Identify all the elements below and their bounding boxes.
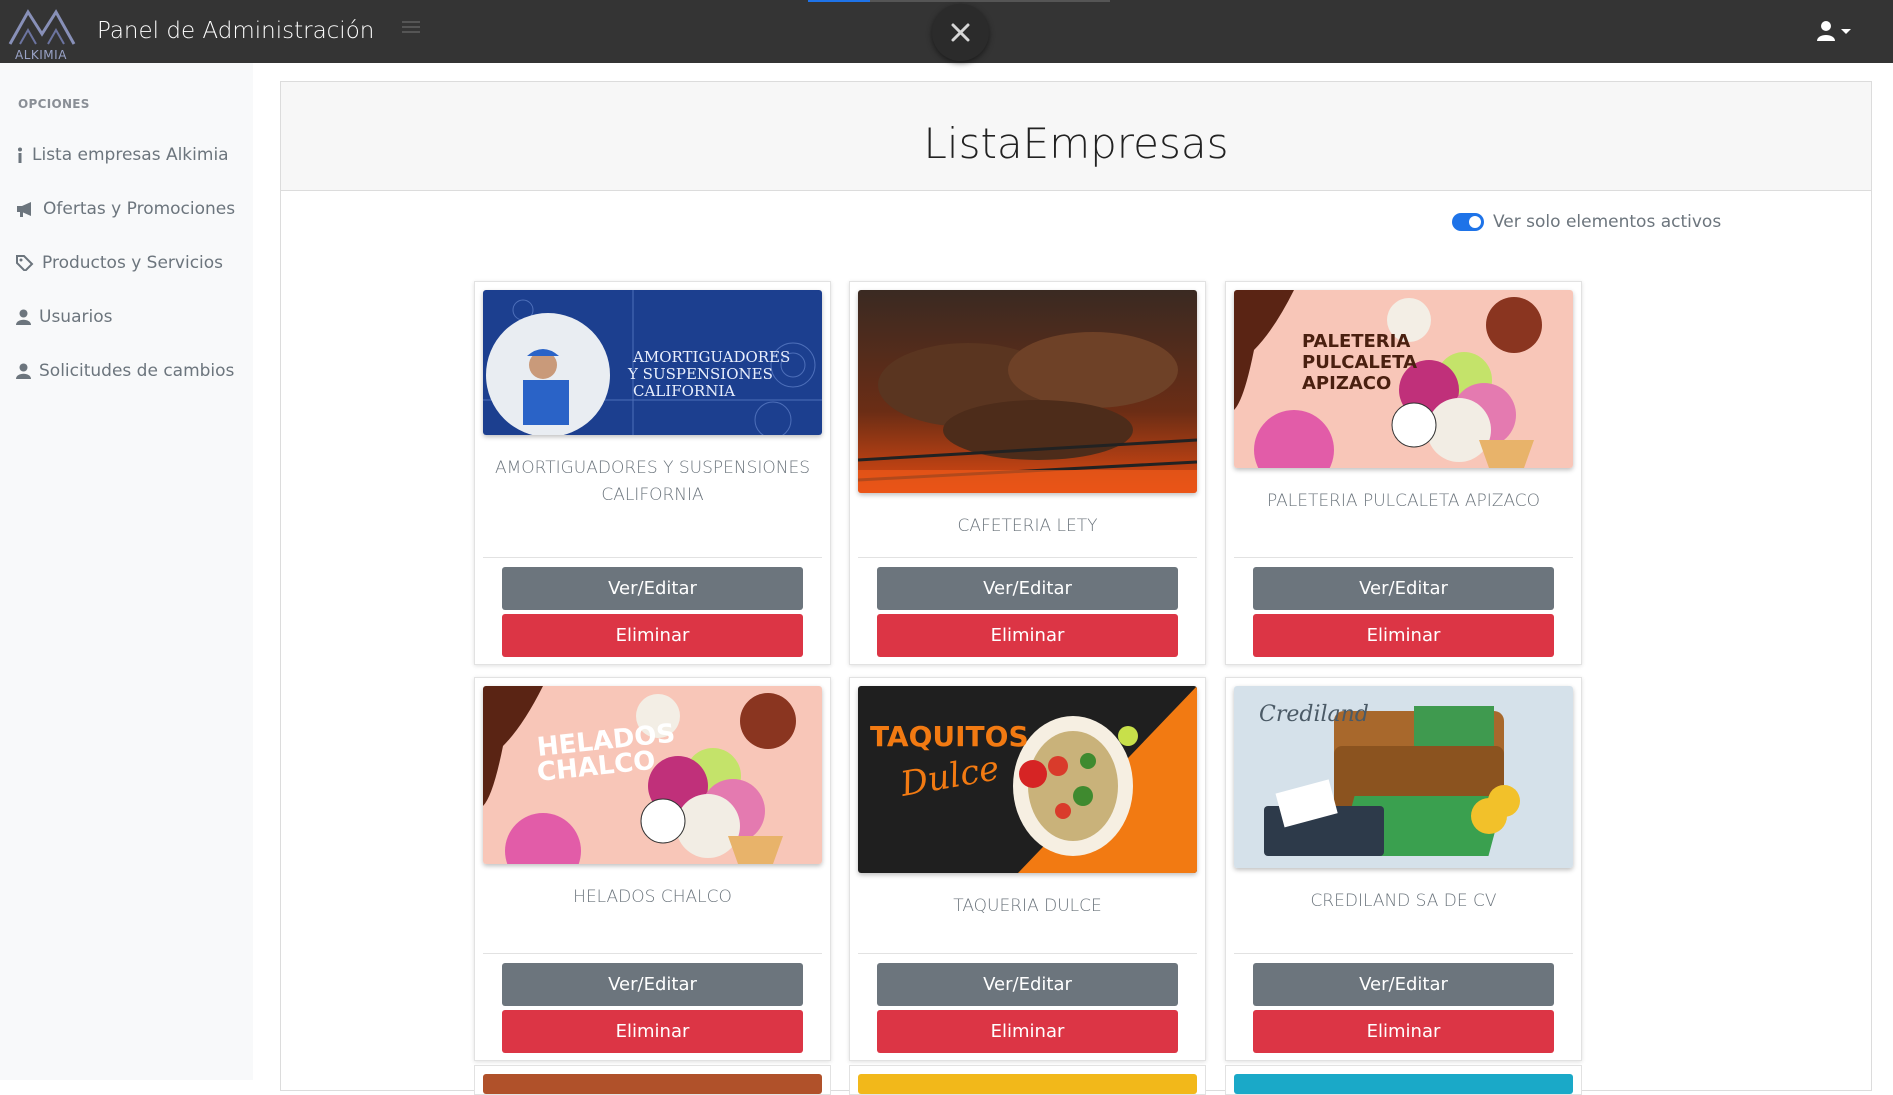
company-name: AMORTIGUADORES Y SUSPENSIONES CALIFORNIA: [494, 458, 811, 505]
company-image-text: AMORTIGUADORES: [632, 348, 790, 366]
sidebar-heading: OPCIONES: [18, 97, 90, 111]
sidebar-item-label: Lista empresas Alkimia: [32, 145, 229, 165]
company-image: HELADOS CHALCO: [483, 686, 822, 864]
sidebar-item-usuarios[interactable]: Usuarios: [16, 303, 112, 331]
user-icon: [16, 363, 31, 379]
user-icon: [1817, 21, 1851, 41]
alkimia-logo-icon: [8, 9, 76, 45]
card-divider: [858, 953, 1197, 954]
company-name: HELADOS CHALCO: [573, 887, 732, 907]
top-navbar: ALKIMIA Panel de Administración: [0, 0, 1893, 63]
company-name: CREDILAND SA DE CV: [1310, 891, 1497, 911]
edit-button[interactable]: Ver/Editar: [502, 567, 803, 610]
company-image: PALETERIA PULCALETA APIZACO: [1234, 290, 1573, 468]
info-icon: [18, 147, 22, 163]
chevron-down-icon: [1841, 29, 1851, 34]
delete-button[interactable]: Eliminar: [877, 1010, 1178, 1053]
toggle-switch[interactable]: [1452, 213, 1484, 231]
edit-button[interactable]: Ver/Editar: [502, 963, 803, 1006]
sidebar-item-ofertas[interactable]: Ofertas y Promociones: [16, 195, 235, 223]
delete-button[interactable]: Eliminar: [1253, 614, 1554, 657]
edit-button[interactable]: Ver/Editar: [1253, 567, 1554, 610]
company-name: CAFETERIA LETY: [957, 516, 1098, 536]
company-image: Crediland: [1234, 686, 1573, 868]
company-image-text: Y SUSPENSIONES: [627, 365, 773, 383]
company-card: AMORTIGUADORES Y SUSPENSIONES CALIFORNIA…: [474, 281, 831, 665]
company-card: [1225, 1065, 1582, 1095]
delete-button[interactable]: Eliminar: [502, 614, 803, 657]
sidebar-item-solicitudes[interactable]: Solicitudes de cambios: [16, 357, 234, 385]
close-icon: [951, 23, 970, 42]
app-title: Panel de Administración: [97, 18, 375, 44]
card-divider: [858, 557, 1197, 558]
company-image-text: TAQUITOS: [870, 720, 1029, 753]
brand-text: ALKIMIA: [15, 48, 67, 62]
card-divider: [1234, 557, 1573, 558]
user-menu-dropdown[interactable]: [1814, 17, 1854, 45]
company-image: TAQUITOS Dulce: [858, 686, 1197, 873]
user-icon: [16, 309, 31, 325]
sidebar-item-label: Productos y Servicios: [42, 253, 224, 273]
alkimia-logo[interactable]: ALKIMIA: [6, 4, 78, 62]
company-image-text: CALIFORNIA: [633, 382, 735, 400]
company-image: [483, 1074, 822, 1094]
hamburger-menu-icon[interactable]: [402, 21, 420, 35]
company-image: [858, 1074, 1197, 1094]
company-card: CAFETERIA LETY Ver/Editar Eliminar: [849, 281, 1206, 665]
sidebar: OPCIONES Lista empresas Alkimia Ofertas …: [0, 63, 253, 1080]
company-card: [474, 1065, 831, 1095]
company-name: TAQUERIA DULCE: [953, 896, 1102, 916]
close-button[interactable]: [932, 4, 989, 61]
company-image: [858, 290, 1197, 493]
sidebar-item-label: Solicitudes de cambios: [39, 361, 235, 381]
delete-button[interactable]: Eliminar: [1253, 1010, 1554, 1053]
company-image-text: PALETERIA: [1302, 331, 1410, 352]
company-card: Crediland CREDILAND SA DE CV Ver/Editar …: [1225, 677, 1582, 1061]
company-image-text: APIZACO: [1302, 373, 1391, 394]
sidebar-item-lista-empresas[interactable]: Lista empresas Alkimia: [16, 141, 229, 169]
tab-indicator-active: [808, 0, 870, 2]
sidebar-item-label: Usuarios: [39, 307, 113, 327]
card-divider: [483, 557, 822, 558]
page-header: ListaEmpresas: [281, 82, 1871, 191]
tag-icon: [16, 255, 34, 271]
edit-button[interactable]: Ver/Editar: [1253, 963, 1554, 1006]
company-card: HELADOS CHALCO HELADOS CHALCO Ver/Editar…: [474, 677, 831, 1061]
delete-button[interactable]: Eliminar: [502, 1010, 803, 1053]
company-card: PALETERIA PULCALETA APIZACO PALETERIA PU…: [1225, 281, 1582, 665]
edit-button[interactable]: Ver/Editar: [877, 567, 1178, 610]
toggle-label: Ver solo elementos activos: [1493, 212, 1722, 232]
company-image: [1234, 1074, 1573, 1094]
active-only-toggle[interactable]: Ver solo elementos activos: [1452, 212, 1721, 232]
sidebar-item-label: Ofertas y Promociones: [43, 199, 236, 219]
delete-button[interactable]: Eliminar: [877, 614, 1178, 657]
megaphone-icon: [17, 202, 31, 217]
company-name: PALETERIA PULCALETA APIZACO: [1266, 491, 1541, 511]
company-card: TAQUITOS Dulce TAQUERIA DULCE Ver/Editar…: [849, 677, 1206, 1061]
page-title: ListaEmpresas: [923, 119, 1229, 168]
sidebar-item-productos[interactable]: Productos y Servicios: [16, 249, 223, 277]
card-divider: [1234, 953, 1573, 954]
company-image: AMORTIGUADORES Y SUSPENSIONES CALIFORNIA: [483, 290, 822, 435]
company-card: [849, 1065, 1206, 1095]
edit-button[interactable]: Ver/Editar: [877, 963, 1178, 1006]
company-image-text: Crediland: [1259, 702, 1369, 727]
card-divider: [483, 953, 822, 954]
company-image-text: PULCALETA: [1302, 352, 1417, 373]
